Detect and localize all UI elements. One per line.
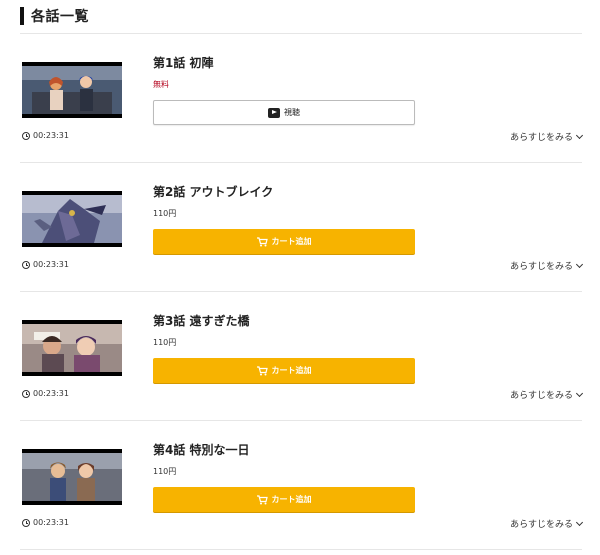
- episode-duration: 00:23:31: [22, 389, 69, 398]
- episode-thumbnail[interactable]: [22, 449, 122, 505]
- section-accent-bar: [20, 7, 24, 25]
- thumbnail-image: [22, 62, 122, 118]
- episode-duration: 00:23:31: [22, 518, 69, 527]
- episode-duration: 00:23:31: [22, 260, 69, 269]
- watch-button[interactable]: 視聴: [153, 100, 415, 125]
- duration-text: 00:23:31: [33, 389, 69, 398]
- cart-button-label: カート追加: [271, 366, 312, 375]
- episode-title[interactable]: 第4話 特別な一日: [153, 441, 250, 458]
- synopsis-label: あらすじをみる: [510, 262, 573, 272]
- cart-icon: [256, 236, 268, 247]
- synopsis-toggle[interactable]: あらすじをみる: [510, 259, 584, 272]
- episode-thumbnail[interactable]: [22, 191, 122, 247]
- watch-button-label: 視聴: [284, 108, 300, 117]
- section-header: 各話一覧: [20, 6, 89, 26]
- thumbnail-image: [22, 191, 122, 247]
- episode-price: 110円: [153, 209, 177, 218]
- synopsis-toggle[interactable]: あらすじをみる: [510, 517, 584, 530]
- synopsis-toggle[interactable]: あらすじをみる: [510, 130, 584, 143]
- add-to-cart-button[interactable]: カート追加: [153, 358, 415, 383]
- add-to-cart-button[interactable]: カート追加: [153, 229, 415, 254]
- clock-icon: [22, 131, 30, 140]
- episode-title[interactable]: 第3話 遠すぎた橋: [153, 312, 250, 329]
- episode-price: 110円: [153, 338, 177, 347]
- cart-icon: [256, 365, 268, 376]
- synopsis-toggle[interactable]: あらすじをみる: [510, 388, 584, 401]
- episode-item: 00:23:31 第3話 遠すぎた橋 110円 カート追加 あらすじをみる: [20, 292, 584, 421]
- chevron-down-icon: [575, 389, 584, 397]
- play-icon: [268, 107, 280, 118]
- episode-item: 00:23:31 第1話 初陣 無料 視聴 あらすじをみる: [20, 34, 584, 163]
- cart-button-label: カート追加: [271, 237, 312, 246]
- synopsis-label: あらすじをみる: [510, 391, 573, 401]
- thumbnail-image: [22, 449, 122, 505]
- clock-icon: [22, 389, 30, 398]
- synopsis-label: あらすじをみる: [510, 520, 573, 530]
- episode-thumbnail[interactable]: [22, 62, 122, 118]
- episode-price: 110円: [153, 467, 177, 476]
- episode-title[interactable]: 第2話 アウトブレイク: [153, 183, 273, 200]
- cart-button-label: カート追加: [271, 495, 312, 504]
- clock-icon: [22, 518, 30, 527]
- synopsis-label: あらすじをみる: [510, 133, 573, 143]
- thumbnail-image: [22, 320, 122, 376]
- section-title: 各話一覧: [31, 9, 89, 25]
- episode-duration: 00:23:31: [22, 131, 69, 140]
- cart-icon: [256, 494, 268, 505]
- episode-thumbnail[interactable]: [22, 320, 122, 376]
- episode-title[interactable]: 第1話 初陣: [153, 54, 214, 71]
- chevron-down-icon: [575, 131, 584, 139]
- duration-text: 00:23:31: [33, 260, 69, 269]
- episode-divider: [20, 549, 582, 550]
- episode-item: 00:23:31 第4話 特別な一日 110円 カート追加 あらすじをみる: [20, 421, 584, 550]
- duration-text: 00:23:31: [33, 518, 69, 527]
- duration-text: 00:23:31: [33, 131, 69, 140]
- episode-price: 無料: [153, 80, 169, 89]
- episode-item: 00:23:31 第2話 アウトブレイク 110円 カート追加 あらすじをみる: [20, 163, 584, 292]
- clock-icon: [22, 260, 30, 269]
- add-to-cart-button[interactable]: カート追加: [153, 487, 415, 512]
- chevron-down-icon: [575, 518, 584, 526]
- chevron-down-icon: [575, 260, 584, 268]
